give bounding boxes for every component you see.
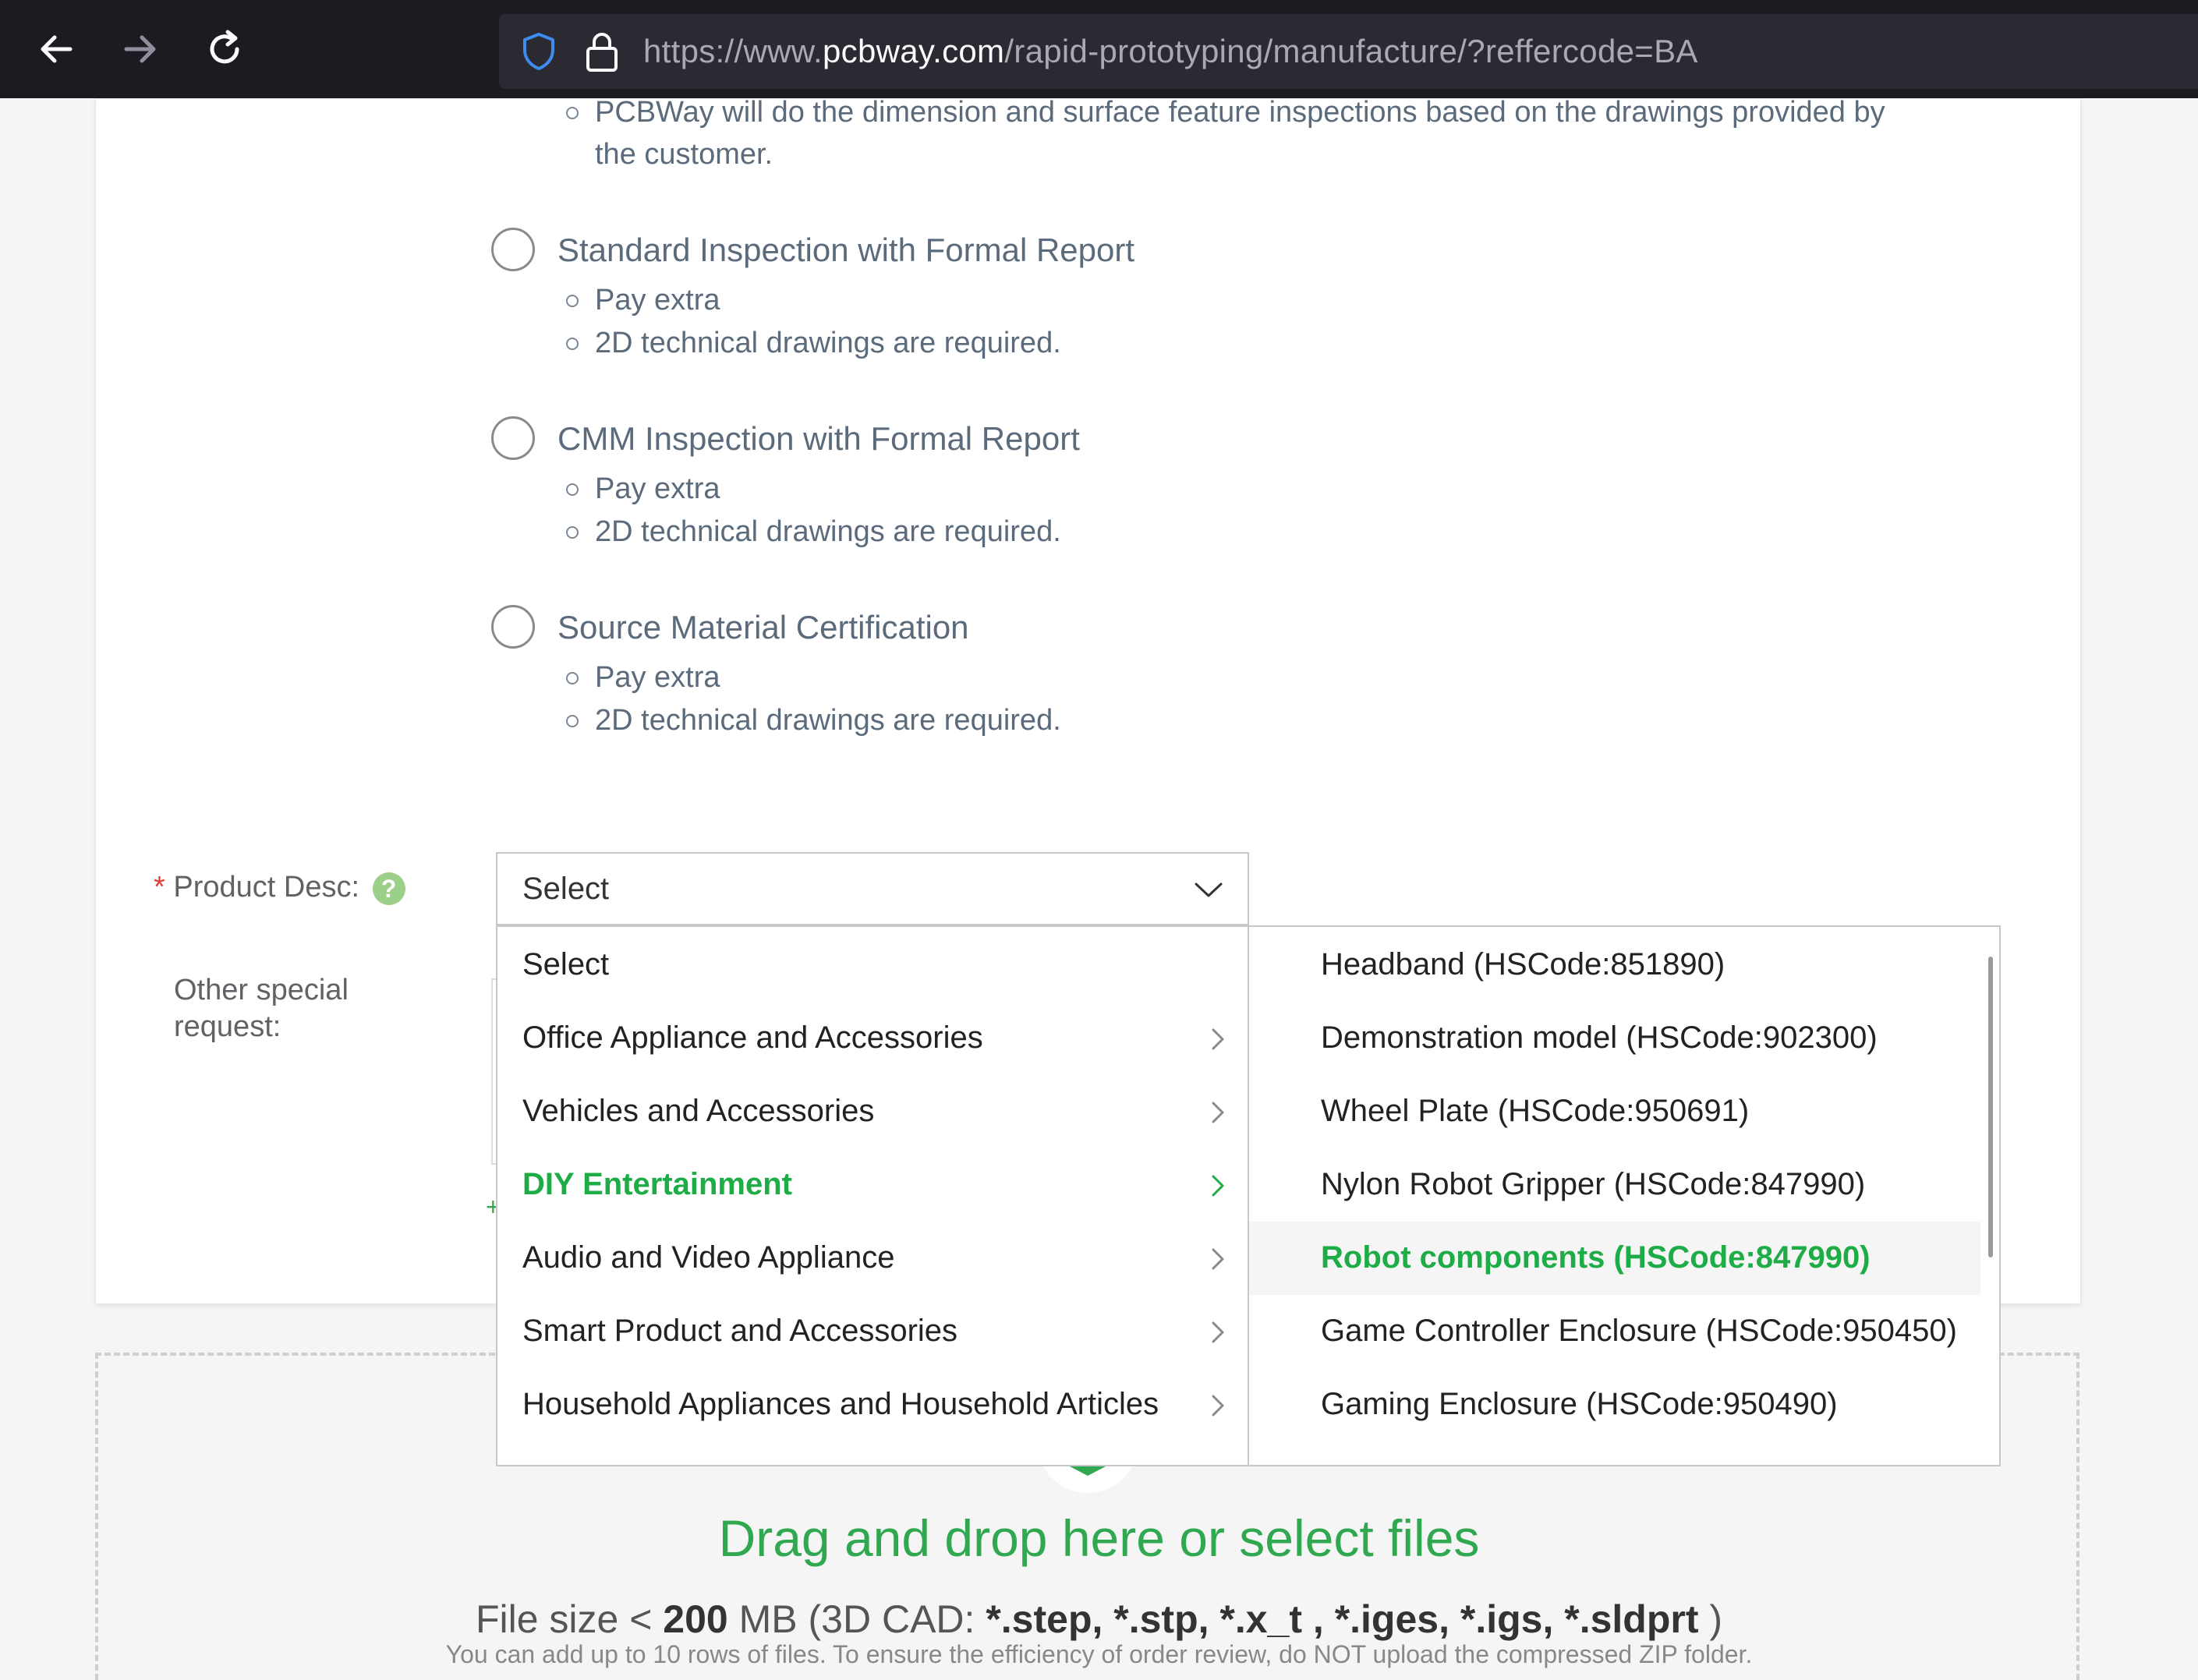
reload-button[interactable] xyxy=(201,26,248,73)
tracking-protection-shield-icon[interactable] xyxy=(519,31,559,72)
chevron-right-icon xyxy=(1205,1392,1229,1420)
subcategory-item[interactable]: Robot components (HSCode:847990) xyxy=(1249,1222,1980,1295)
address-bar[interactable]: https://www.pcbway.com/rapid-prototyping… xyxy=(499,14,2198,89)
bullet-circle-icon xyxy=(566,338,579,350)
bullet-text: 2D technical drawings are required. xyxy=(595,704,1061,737)
subcategory-item[interactable]: Gaming Enclosure (HSCode:950490) xyxy=(1249,1368,1980,1441)
bullet-circle-icon xyxy=(566,672,579,684)
subcategory-label: Headband (HSCode:851890) xyxy=(1321,947,1725,981)
chevron-right-icon xyxy=(1205,1245,1229,1273)
required-mark: * xyxy=(154,871,165,904)
category-item[interactable]: Smart Product and Accessories xyxy=(497,1295,1248,1368)
category-item[interactable]: Vehicles and Accessories xyxy=(497,1075,1248,1148)
product-desc-select[interactable]: Select xyxy=(496,852,1249,925)
drag-drop-text[interactable]: Drag and drop here or select files xyxy=(0,1508,2198,1568)
category-label: Smart Product and Accessories xyxy=(522,1314,958,1348)
url-path: /rapid-prototyping/manufacture/?refferco… xyxy=(1004,33,1698,69)
option-bullet: Pay extra xyxy=(566,472,720,506)
url-host: pcbway.com xyxy=(823,33,1005,69)
subcategory-item[interactable]: Wheel Plate (HSCode:950691) xyxy=(1249,1075,1980,1148)
product-desc-text: Product Desc: xyxy=(173,871,360,904)
subcategory-menu: Headband (HSCode:851890) Demonstration mo… xyxy=(1248,925,2001,1466)
subcategory-label: Demonstration model (HSCode:902300) xyxy=(1321,1020,1878,1055)
category-label: Office Appliance and Accessories xyxy=(522,1020,983,1055)
category-item[interactable]: DIY Entertainment xyxy=(497,1148,1248,1222)
chevron-right-icon xyxy=(1205,1172,1229,1200)
reload-icon xyxy=(201,30,248,76)
browser-toolbar: https://www.pcbway.com/rapid-prototyping… xyxy=(0,0,2198,98)
subcategory-label: Nylon Robot Gripper (HSCode:847990) xyxy=(1321,1167,1866,1201)
bullet-circle-icon xyxy=(566,107,579,119)
category-label: Select xyxy=(522,947,610,981)
subcategory-scrollbar[interactable] xyxy=(1988,957,1993,1257)
option-bullet: Pay extra xyxy=(566,284,720,317)
chevron-right-icon xyxy=(1205,1025,1229,1053)
size-suffix: ) xyxy=(1698,1597,1723,1641)
subcategory-label: Game Controller Enclosure (HSCode:950450… xyxy=(1321,1314,1957,1348)
bullet-text: Pay extra xyxy=(595,472,720,505)
bullet-circle-icon xyxy=(566,295,579,307)
category-item[interactable]: Audio and Video Appliance xyxy=(497,1222,1248,1295)
back-button[interactable] xyxy=(33,26,80,73)
url-text[interactable]: https://www.pcbway.com/rapid-prototyping… xyxy=(643,33,1698,70)
bullet-circle-icon xyxy=(566,483,579,496)
subcategory-label: Gaming Enclosure (HSCode:950490) xyxy=(1321,1387,1838,1421)
inspection-note-line1: PCBWay will do the dimension and surface… xyxy=(595,96,1885,129)
lock-icon[interactable] xyxy=(583,30,621,73)
forward-arrow-icon xyxy=(117,35,164,76)
category-label: Audio and Video Appliance xyxy=(522,1240,895,1275)
option-bullet: 2D technical drawings are required. xyxy=(566,704,1061,737)
inspection-note-cont: the customer. xyxy=(595,138,773,172)
size-value: 200 xyxy=(663,1597,728,1641)
select-value: Select xyxy=(522,872,610,906)
other-request-line2: request: xyxy=(174,1010,281,1043)
category-label: Vehicles and Accessories xyxy=(522,1094,875,1128)
subcategory-label: Wheel Plate (HSCode:950691) xyxy=(1321,1094,1750,1128)
category-item[interactable]: Office Appliance and Accessories xyxy=(497,1002,1248,1075)
radio-source-material-cert[interactable] xyxy=(491,605,535,649)
option-label-cmm-inspection[interactable]: CMM Inspection with Formal Report xyxy=(557,420,1080,458)
radio-cmm-inspection[interactable] xyxy=(491,416,535,460)
category-item[interactable]: Household Appliances and Household Artic… xyxy=(497,1368,1248,1441)
back-arrow-icon xyxy=(33,35,80,76)
subcategory-item[interactable]: Headband (HSCode:851890) xyxy=(1249,928,1980,1002)
file-extensions: *.step, *.stp, *.x_t , *.iges, *.igs, *.… xyxy=(986,1597,1699,1641)
option-label-standard-inspection[interactable]: Standard Inspection with Formal Report xyxy=(557,232,1134,269)
inspection-note-line2: the customer. xyxy=(595,138,773,171)
subcategory-item[interactable]: Game Controller Enclosure (HSCode:950450… xyxy=(1249,1295,1980,1368)
category-menu: Select Office Appliance and Accessories Ve… xyxy=(496,925,1249,1466)
radio-standard-inspection[interactable] xyxy=(491,228,535,271)
file-size-info: File size < 200 MB (3D CAD: *.step, *.st… xyxy=(0,1597,2198,1642)
option-bullet: 2D technical drawings are required. xyxy=(566,515,1061,549)
option-label-source-material-cert[interactable]: Source Material Certification xyxy=(557,609,969,646)
subcategory-label: Robot components (HSCode:847990) xyxy=(1321,1240,1871,1275)
size-mid: MB (3D CAD: xyxy=(727,1597,986,1641)
bullet-circle-icon xyxy=(566,715,579,727)
subcategory-item[interactable]: Nylon Robot Gripper (HSCode:847990) xyxy=(1249,1148,1980,1222)
bullet-circle-icon xyxy=(566,526,579,539)
bullet-text: 2D technical drawings are required. xyxy=(595,515,1061,548)
other-request-label: Other special request: xyxy=(174,972,349,1045)
url-prefix: https://www. xyxy=(643,33,823,69)
category-label: DIY Entertainment xyxy=(522,1167,792,1201)
category-item[interactable]: Select xyxy=(497,928,1248,1002)
product-desc-label: * Product Desc: ? xyxy=(154,871,405,905)
inspection-note: PCBWay will do the dimension and surface… xyxy=(566,96,1885,129)
size-prefix: File size < xyxy=(475,1597,664,1641)
option-bullet: Pay extra xyxy=(566,661,720,695)
forward-button[interactable] xyxy=(117,26,164,73)
bullet-text: 2D technical drawings are required. xyxy=(595,327,1061,359)
bullet-text: Pay extra xyxy=(595,661,720,694)
chevron-right-icon xyxy=(1205,1318,1229,1346)
category-label: Household Appliances and Household Artic… xyxy=(522,1387,1159,1421)
chevron-right-icon xyxy=(1205,1098,1229,1126)
upload-note: You can add up to 10 rows of files. To e… xyxy=(445,1640,1753,1668)
bullet-text: Pay extra xyxy=(595,284,720,317)
option-bullet: 2D technical drawings are required. xyxy=(566,327,1061,360)
help-icon[interactable]: ? xyxy=(372,872,405,905)
subcategory-item[interactable]: Demonstration model (HSCode:902300) xyxy=(1249,1002,1980,1075)
other-request-line1: Other special xyxy=(174,974,349,1006)
chevron-down-icon xyxy=(1193,874,1224,905)
